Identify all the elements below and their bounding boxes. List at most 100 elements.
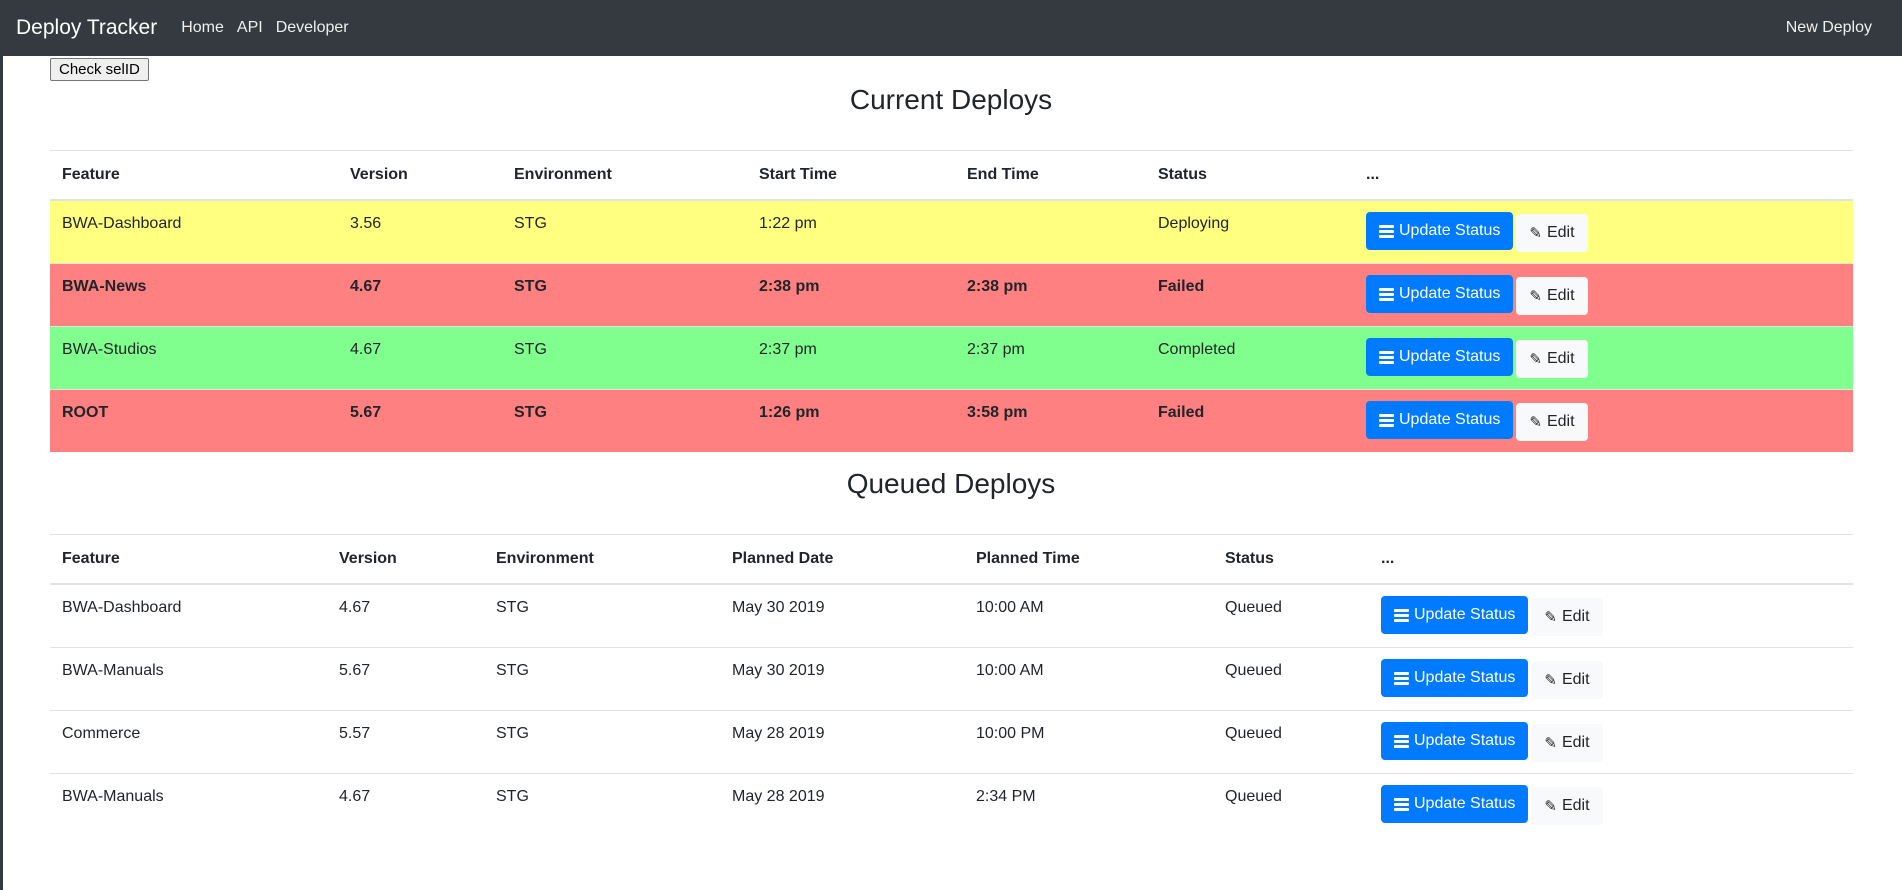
update-status-button[interactable]: Update Status [1381, 785, 1529, 823]
feature-cell: BWA-Dashboard [50, 583, 327, 648]
brand-link[interactable]: Deploy Tracker [16, 16, 157, 40]
check-selid-button[interactable]: Check selID [50, 58, 149, 81]
update-status-label: Update Status [1399, 411, 1501, 428]
table-header-row: Feature Version Environment Start Time E… [50, 150, 1853, 201]
header-actions: ... [1369, 534, 1853, 585]
end-time-cell [955, 199, 1146, 264]
edit-button[interactable]: ✎ Edit [1531, 787, 1603, 825]
edit-icon: ✎ [1544, 671, 1557, 689]
status-cell: Failed [1146, 389, 1354, 452]
header-version: Version [327, 534, 484, 585]
update-status-button[interactable]: Update Status [1366, 275, 1514, 313]
planned-time-cell: 10:00 AM [964, 647, 1213, 711]
edit-label: Edit [1561, 608, 1590, 625]
header-status: Status [1213, 534, 1369, 585]
table-row: BWA-Dashboard 3.56 STG 1:22 pm Deploying Upda… [50, 199, 1853, 264]
header-feature: Feature [50, 534, 327, 585]
nav-api[interactable]: API [237, 19, 263, 37]
table-row: Commerce 5.57 STG May 28 2019 10:00 PM Queued… [50, 710, 1853, 774]
header-actions: ... [1354, 150, 1853, 201]
environment-cell: STG [502, 326, 747, 390]
edit-label: Edit [1561, 797, 1590, 814]
table-row: BWA-Dashboard 4.67 STG May 30 2019 10:00 AM Q… [50, 583, 1853, 648]
header-planned-date: Planned Date [720, 534, 964, 585]
edit-button[interactable]: ✎ Edit [1516, 214, 1588, 252]
status-cell: Queued [1213, 583, 1369, 648]
edit-icon: ✎ [1544, 734, 1557, 752]
current-deploys-title: Current Deploys [849, 84, 1053, 115]
edit-icon: ✎ [1529, 413, 1542, 431]
version-cell: 5.67 [338, 389, 502, 452]
tasks-icon [1379, 413, 1394, 427]
status-cell: Queued [1213, 773, 1369, 836]
edit-label: Edit [1561, 734, 1590, 751]
header-end-time: End Time [955, 150, 1146, 201]
edit-label: Edit [1546, 287, 1575, 304]
start-time-cell: 2:38 pm [747, 263, 955, 327]
planned-date-cell: May 28 2019 [720, 710, 964, 774]
header-status: Status [1146, 150, 1354, 201]
new-deploy-link[interactable]: New Deploy [1786, 19, 1872, 37]
actions-cell: Update Status ✎ Edit [1354, 263, 1853, 327]
tasks-icon [1394, 797, 1409, 811]
nav-developer[interactable]: Developer [276, 19, 349, 37]
update-status-button[interactable]: Update Status [1366, 338, 1514, 376]
feature-cell: BWA-News [50, 263, 338, 327]
edit-button[interactable]: ✎ Edit [1516, 277, 1588, 315]
edit-icon: ✎ [1529, 224, 1542, 242]
status-cell: Queued [1213, 647, 1369, 711]
edit-label: Edit [1546, 224, 1575, 241]
environment-cell: STG [484, 773, 720, 836]
feature-cell: BWA-Dashboard [50, 199, 338, 264]
start-time-cell: 1:22 pm [747, 199, 955, 264]
planned-date-cell: May 30 2019 [720, 583, 964, 648]
edit-label: Edit [1546, 413, 1575, 430]
current-deploys-table: Feature Version Environment Start Time E… [50, 150, 1853, 452]
start-time-cell: 2:37 pm [747, 326, 955, 390]
actions-cell: Update Status ✎ Edit [1369, 583, 1853, 648]
edit-button[interactable]: ✎ Edit [1531, 598, 1603, 636]
edit-button[interactable]: ✎ Edit [1516, 403, 1588, 441]
environment-cell: STG [484, 710, 720, 774]
edit-button[interactable]: ✎ Edit [1531, 661, 1603, 699]
update-status-label: Update Status [1414, 795, 1516, 812]
feature-cell: BWA-Studios [50, 326, 338, 390]
table-row: BWA-Studios 4.67 STG 2:37 pm 2:37 pm Complete… [50, 326, 1853, 390]
edit-icon: ✎ [1544, 608, 1557, 626]
actions-cell: Update Status ✎ Edit [1369, 773, 1853, 836]
status-cell: Completed [1146, 326, 1354, 390]
update-status-button[interactable]: Update Status [1381, 722, 1529, 760]
feature-cell: Commerce [50, 710, 327, 774]
header-environment: Environment [484, 534, 720, 585]
header-environment: Environment [502, 150, 747, 201]
update-status-button[interactable]: Update Status [1381, 596, 1529, 634]
table-header-row: Feature Version Environment Planned Date… [50, 534, 1853, 585]
planned-time-cell: 10:00 AM [964, 583, 1213, 648]
tasks-icon [1394, 734, 1409, 748]
planned-date-cell: May 28 2019 [720, 773, 964, 836]
edit-icon: ✎ [1544, 797, 1557, 815]
end-time-cell: 3:58 pm [955, 389, 1146, 452]
update-status-button[interactable]: Update Status [1381, 659, 1529, 697]
nav-home[interactable]: Home [181, 19, 224, 37]
tasks-icon [1394, 608, 1409, 622]
update-status-button[interactable]: Update Status [1366, 212, 1514, 250]
tasks-icon [1394, 671, 1409, 685]
update-status-label: Update Status [1399, 285, 1501, 302]
update-status-label: Update Status [1414, 669, 1516, 686]
edit-button[interactable]: ✎ Edit [1531, 724, 1603, 762]
tasks-icon [1379, 224, 1394, 238]
planned-date-cell: May 30 2019 [720, 647, 964, 711]
header-feature: Feature [50, 150, 338, 201]
planned-time-cell: 10:00 PM [964, 710, 1213, 774]
status-cell: Deploying [1146, 199, 1354, 264]
feature-cell: ROOT [50, 389, 338, 452]
window-left-border [0, 0, 3, 890]
edit-button[interactable]: ✎ Edit [1516, 340, 1588, 378]
update-status-label: Update Status [1414, 606, 1516, 623]
update-status-label: Update Status [1414, 732, 1516, 749]
update-status-button[interactable]: Update Status [1366, 401, 1514, 439]
actions-cell: Update Status ✎ Edit [1354, 199, 1853, 264]
actions-cell: Update Status ✎ Edit [1369, 710, 1853, 774]
version-cell: 3.56 [338, 199, 502, 264]
